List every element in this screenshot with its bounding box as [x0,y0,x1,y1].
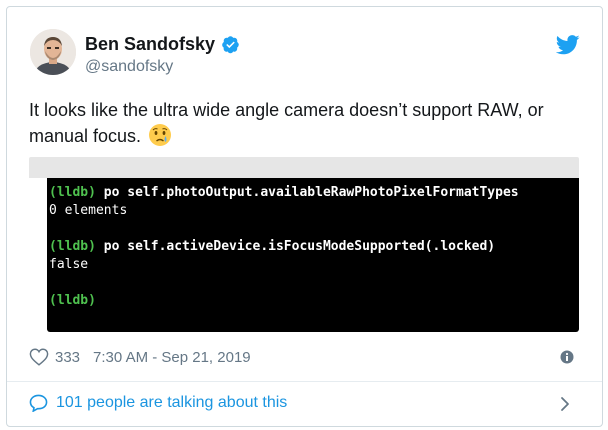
terminal-command: po self.photoOutput.availableRawPhotoPix… [95,185,519,200]
lldb-prompt: (lldb) [49,239,96,254]
avatar[interactable] [30,29,76,75]
speech-bubble-icon [29,394,48,412]
author-name-row[interactable]: Ben Sandofsky [85,34,240,55]
tweet-text: It looks like the ultra wide angle camer… [29,97,589,149]
tweet-card: Ben Sandofsky @sandofsky It looks like t… [6,6,603,427]
conversation-label[interactable]: 101 people are talking about this [56,394,287,412]
heart-icon[interactable] [29,348,49,366]
terminal-output: false [49,257,89,272]
timestamp[interactable]: 7:30 AM - Sep 21, 2019 [93,349,251,366]
terminal-line: (lldb) po self.photoOutput.availableRawP… [49,184,579,202]
chevron-right-icon[interactable] [560,396,570,412]
conversation-link[interactable]: 101 people are talking about this [29,394,287,412]
crying-face-emoji-icon [148,123,172,147]
terminal-line: (lldb) [49,292,579,310]
like-count[interactable]: 333 [55,349,80,366]
verified-badge-icon [221,35,240,54]
info-icon[interactable] [560,350,574,364]
divider [7,381,602,382]
terminal-command: po self.activeDevice.isFocusModeSupporte… [95,239,496,254]
media-frame-top [29,157,579,178]
lldb-prompt: (lldb) [49,185,96,200]
author-name[interactable]: Ben Sandofsky [85,34,215,55]
twitter-bird-icon[interactable] [556,35,580,55]
lldb-prompt: (lldb) [49,293,96,308]
terminal-output: 0 elements [49,203,128,218]
tweet-text-content: It looks like the ultra wide angle camer… [29,100,544,146]
author-handle[interactable]: @sandofsky [85,58,173,76]
tweet-meta: 333 7:30 AM - Sep 21, 2019 [29,347,251,367]
terminal-line: (lldb) po self.activeDevice.isFocusModeS… [49,238,579,256]
terminal-screenshot[interactable]: (lldb) po self.photoOutput.availableRawP… [47,178,579,332]
